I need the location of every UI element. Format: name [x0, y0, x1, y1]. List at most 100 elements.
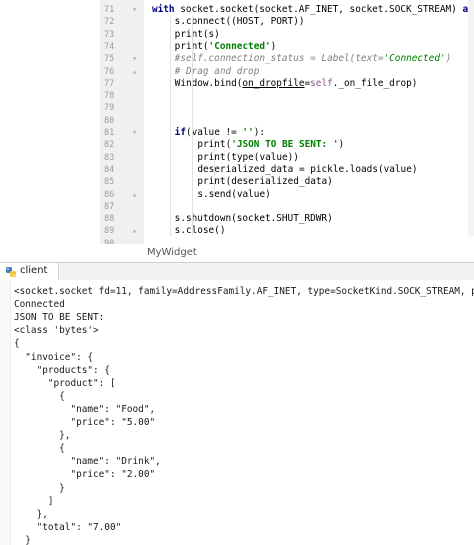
fold-marker-icon[interactable]: ▾ [132, 127, 137, 139]
gutter-line: 72 [100, 16, 144, 28]
code-token: ._on_file_drop) [332, 77, 418, 89]
line-number: 71 [104, 5, 115, 15]
line-number: 79 [104, 103, 115, 114]
line-number-gutter: 71 ▾ 72 73 74 75 ▾ 76 ▴ 77 78 79 80 81 ▾ 82 83 84 85 86 ▴ 87 8… [100, 0, 144, 244]
line-number: 87 [104, 201, 115, 212]
fold-marker-icon[interactable]: ▾ [132, 4, 137, 16]
code-token: 'Connected' [208, 40, 271, 52]
python-run-icon [6, 267, 16, 277]
code-token: self [310, 77, 333, 89]
code-token: socket.socket(socket.AF_INET, socket.SOC… [174, 4, 463, 15]
gutter-line: 71 ▾ [100, 4, 144, 16]
code-editor[interactable]: 71 ▾ 72 73 74 75 ▾ 76 ▴ 77 78 79 80 81 ▾ 82 83 84 85 86 ▴ 87 8… [0, 0, 474, 244]
console-line: <class 'bytes'> [14, 325, 99, 337]
code-line[interactable]: s.send(value) [197, 189, 270, 201]
fold-marker-icon[interactable]: ▴ [132, 225, 137, 237]
console-line: }, [14, 508, 48, 520]
code-line[interactable]: print('JSON TO BE SENT: ') [197, 139, 344, 151]
gutter-line: 86 ▴ [100, 189, 144, 201]
line-number: 75 [104, 54, 115, 65]
code-line[interactable]: print('Connected') [175, 41, 277, 53]
code-token: with [152, 4, 175, 15]
breadcrumb-class[interactable]: MyWidget [147, 247, 197, 258]
gutter-line: 87 [100, 201, 144, 213]
run-tab-client[interactable]: client [0, 263, 59, 280]
line-number: 78 [104, 91, 115, 102]
console-line: "price": "2.00" [14, 469, 156, 481]
gutter-line: 81 ▾ [100, 127, 144, 139]
gutter-line: 88 [100, 213, 144, 225]
code-token: 'Connected' [383, 53, 446, 65]
code-line[interactable]: s.connect((HOST, PORT)) [175, 16, 305, 28]
console-line: "total": "7.00" [14, 521, 122, 533]
code-token: print(s) [174, 28, 220, 40]
code-line[interactable]: s.close() [175, 225, 226, 237]
line-number: 89 [104, 226, 115, 237]
code-token: ) [270, 40, 277, 52]
code-line[interactable]: with socket.socket(socket.AF_INET, socke… [152, 4, 474, 16]
code-line[interactable]: # Drag and drop [175, 66, 260, 78]
line-number: 83 [104, 152, 115, 163]
breadcrumb[interactable]: MyWidget [100, 244, 474, 262]
console-toolbar [0, 280, 11, 545]
gutter-line: 84 [100, 164, 144, 176]
console-line: }, [14, 430, 71, 442]
console-line: } [14, 534, 31, 545]
editor-scrollbar[interactable] [468, 0, 474, 236]
code-line[interactable]: s.shutdown(socket.SHUT_RDWR) [175, 213, 333, 225]
code-token: '' [242, 127, 254, 138]
gutter-line: 82 [100, 139, 144, 151]
gutter-line: 77 [100, 78, 144, 90]
console-line: "products": { [14, 364, 110, 376]
code-token: s.send(value) [197, 188, 271, 200]
code-line[interactable]: print(deserialized_data) [197, 176, 332, 188]
code-token: ): [253, 127, 266, 138]
code-token: on_dropfile [242, 77, 305, 89]
code-token: ) [338, 139, 345, 151]
line-number: 85 [104, 177, 115, 188]
code-area[interactable]: with socket.socket(socket.AF_INET, socke… [144, 0, 474, 244]
gutter-line: 83 [100, 152, 144, 164]
console-line: "product": [ [14, 377, 116, 389]
line-number: 74 [104, 41, 115, 52]
line-number: 77 [104, 78, 115, 89]
line-number: 84 [104, 164, 115, 175]
gutter-line: 75 ▾ [100, 53, 144, 65]
code-line[interactable]: deserialized_data = pickle.loads(value) [197, 164, 417, 176]
code-line[interactable]: if(value != ''): [175, 127, 265, 139]
gutter-line: 89 ▴ [100, 225, 144, 237]
console-line: "price": "5.00" [14, 417, 156, 428]
code-token: if [174, 127, 186, 138]
gutter-line: 85 [100, 176, 144, 188]
line-number: 88 [104, 214, 115, 225]
code-line[interactable]: #self.connection_status = Label(text='Co… [175, 53, 452, 65]
fold-marker-icon[interactable]: ▾ [132, 53, 137, 65]
code-token: 'JSON TO BE SENT: ' [231, 139, 339, 151]
code-line[interactable]: print(s) [175, 29, 220, 41]
gutter-line: 74 [100, 41, 144, 53]
line-number: 81 [104, 128, 115, 138]
code-line[interactable]: Window.bind(on_dropfile=self._on_file_dr… [175, 78, 418, 90]
code-token: s.connect((HOST, PORT)) [174, 16, 305, 28]
console-line: { [14, 338, 20, 350]
code-token: ) [445, 53, 452, 65]
run-tab-label: client [20, 265, 48, 276]
line-number: 86 [104, 189, 115, 200]
code-token: deserialized_data = pickle.loads(value) [197, 163, 418, 175]
code-line[interactable]: print(type(value)) [197, 152, 299, 164]
console-line: { [14, 390, 65, 402]
code-token: #self.connection_status = Label(text= [174, 53, 384, 65]
console-line: "name": "Drink", [14, 456, 161, 468]
fold-marker-icon[interactable]: ▴ [132, 189, 137, 201]
line-number: 76 [104, 66, 115, 77]
fold-marker-icon[interactable]: ▴ [132, 66, 137, 78]
gutter-line: 78 [100, 90, 144, 102]
indent-guide [192, 16, 193, 236]
indent-guide [170, 16, 171, 236]
console-line: JSON TO BE SENT: [14, 312, 105, 324]
console-line: Connected [14, 299, 65, 311]
code-token: print(type(value)) [197, 151, 299, 163]
code-token: s.shutdown(socket.SHUT_RDWR) [174, 213, 333, 225]
console-output[interactable]: <socket.socket fd=11, family=AddressFami… [0, 280, 474, 545]
code-token: print(deserialized_data) [197, 176, 333, 188]
